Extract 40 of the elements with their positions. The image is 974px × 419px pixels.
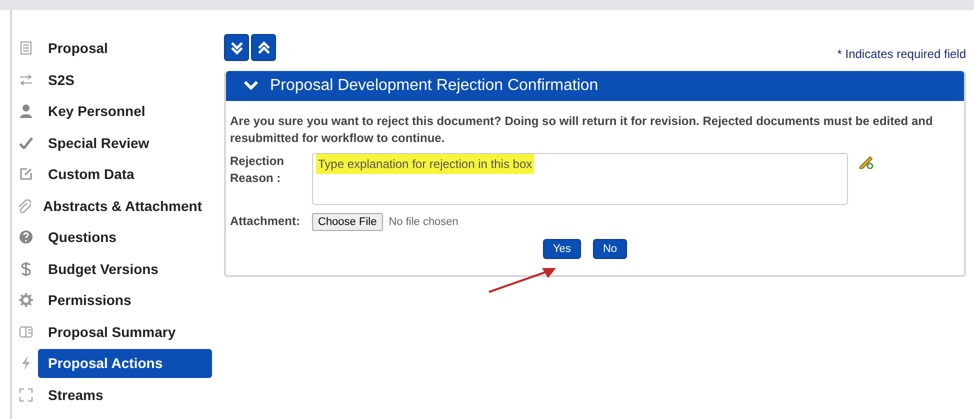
- sidebar-item[interactable]: Proposal: [38, 34, 118, 62]
- exchange-icon: [19, 74, 33, 86]
- yes-button[interactable]: Yes: [542, 239, 581, 259]
- sidebar-item[interactable]: Questions: [38, 223, 126, 252]
- pencil-icon[interactable]: [858, 155, 874, 169]
- rejection-reason-field[interactable]: Type explanation for rejection in this box: [312, 153, 848, 205]
- sidebar-item[interactable]: Special Review: [38, 128, 160, 157]
- sidebar-item[interactable]: Proposal Actions: [38, 349, 212, 378]
- confirmation-message: Are you sure you want to reject this document? Doing so will return it for revision. Rejected documents must be edited and resubmitted for workflow to continue.: [230, 113, 934, 147]
- document-icon: [20, 41, 32, 56]
- double-chevron-up-icon: [256, 40, 270, 54]
- collapse-all-button[interactable]: [251, 34, 276, 61]
- question-icon: [19, 230, 33, 244]
- sidebar-item[interactable]: Budget Versions: [38, 254, 168, 283]
- edit-icon: [19, 167, 33, 182]
- field-label: Attachment:: [230, 213, 302, 230]
- panel-title: Proposal Development Rejection Confirmation: [270, 77, 598, 95]
- gear-icon: [19, 293, 33, 308]
- panel-header[interactable]: Proposal Development Rejection Confirmation: [226, 71, 964, 101]
- sidebar-item[interactable]: Streams: [38, 380, 114, 409]
- required-field-note: * Indicates required field: [837, 47, 966, 61]
- expand-icon: [19, 388, 33, 402]
- sidebar-item[interactable]: Permissions: [38, 286, 142, 314]
- sidebar-item[interactable]: Custom Data: [38, 160, 144, 188]
- expand-all-button[interactable]: [224, 34, 249, 61]
- sidebar-item[interactable]: Abstracts & Attachment: [33, 192, 212, 220]
- checkmark-icon: [19, 136, 33, 149]
- dollar-icon: [20, 260, 32, 277]
- choose-file-button[interactable]: Choose File: [312, 213, 383, 231]
- lightning-icon: [21, 356, 31, 370]
- paperclip-icon: [16, 198, 31, 213]
- sidebar-item[interactable]: Proposal Summary: [38, 318, 186, 346]
- person-icon: [20, 104, 32, 118]
- file-status: No file chosen: [388, 216, 458, 228]
- sidebar-item[interactable]: Key Personnel: [38, 97, 156, 126]
- double-chevron-down-icon: [230, 40, 244, 54]
- sidebar-item[interactable]: S2S: [38, 66, 84, 94]
- no-button[interactable]: No: [592, 239, 627, 259]
- summary-icon: [19, 324, 33, 339]
- field-label: Rejection Reason :: [230, 153, 286, 187]
